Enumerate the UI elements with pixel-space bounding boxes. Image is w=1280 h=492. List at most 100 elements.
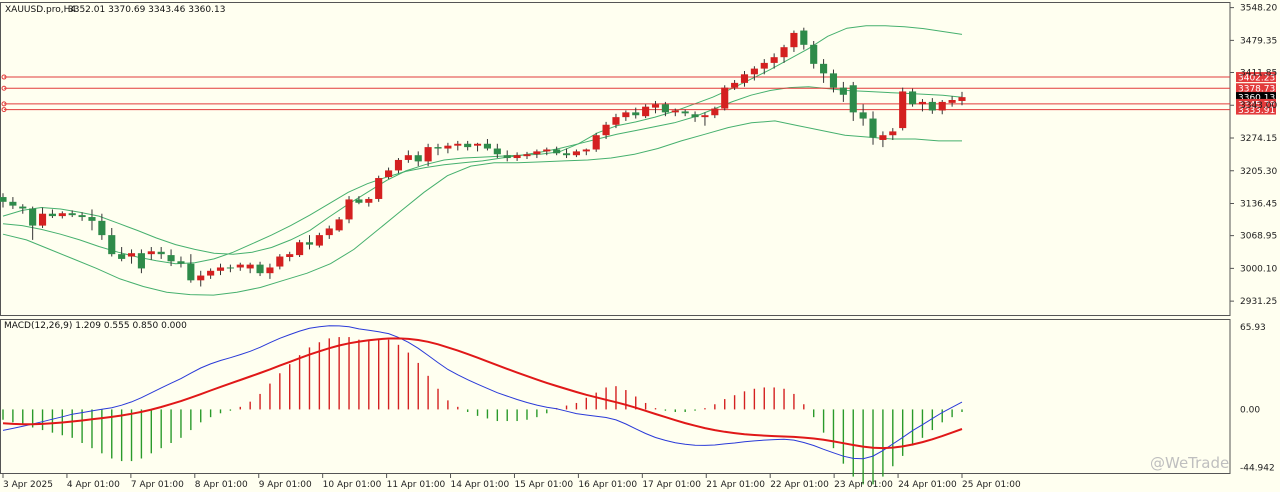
candle-body [642, 106, 650, 117]
candle-body [632, 112, 640, 116]
candle-body [592, 135, 600, 150]
time-tick-label: 24 Apr 01:00 [898, 480, 957, 490]
candle-body [909, 91, 917, 105]
time-tick-label: 23 Apr 01:00 [834, 480, 893, 490]
candle-body [464, 143, 472, 148]
candle-body [276, 256, 284, 267]
macd-header: MACD(12,26,9) 1.209 0.555 0.850 0.000 [4, 321, 187, 331]
candle-body [790, 32, 798, 48]
time-tick-label: 25 Apr 01:00 [962, 480, 1021, 490]
candle-body [671, 110, 679, 113]
candle-body [454, 143, 462, 146]
candle-body [493, 148, 501, 155]
candle-body [236, 264, 244, 268]
candle-body [345, 199, 353, 220]
candle-body [127, 253, 136, 257]
candle-body [513, 155, 521, 159]
candle-body [226, 267, 234, 269]
candle-body [691, 114, 699, 118]
candle-body [533, 151, 541, 155]
macd-tick-label: -44.942 [1240, 463, 1275, 473]
candle-body [394, 159, 403, 171]
candle-body [582, 149, 590, 152]
candle-body [385, 170, 393, 178]
time-tick-label: 15 Apr 01:00 [514, 480, 573, 490]
candle-body [721, 87, 729, 109]
candle-body [335, 219, 343, 231]
candle-body [147, 251, 155, 255]
candle-body [375, 178, 383, 199]
price-tick-label: 3274.15 [1240, 134, 1277, 144]
candle-body [483, 143, 492, 149]
candle-body [434, 147, 442, 149]
candle-body [622, 112, 630, 118]
candle-body [889, 131, 897, 136]
candle-body [187, 263, 195, 281]
candle-body [98, 220, 106, 236]
candle-body [108, 235, 116, 255]
time-tick-label: 21 Apr 01:00 [706, 480, 765, 490]
candle-body [256, 264, 264, 274]
candle-body [859, 112, 867, 119]
candle-body [404, 155, 412, 160]
candle-body [572, 151, 580, 156]
candle-body [810, 44, 818, 64]
price-tick-label: 3411.85 [1240, 68, 1277, 78]
candle-body [0, 197, 7, 202]
candle-body [899, 91, 907, 129]
candle-body [829, 73, 838, 88]
candle-body [157, 251, 165, 255]
chart-ohlc-readout: 3352.01 3370.69 3343.46 3360.13 [68, 5, 225, 15]
candle-body [266, 267, 274, 274]
candle-body [770, 57, 778, 63]
candle-body [701, 115, 709, 118]
macd-tick-label: 0.00 [1240, 405, 1260, 415]
candle-body [711, 108, 719, 116]
candle-body [29, 208, 37, 226]
macd-tick-label: 65.93 [1240, 323, 1266, 333]
time-tick-label: 16 Apr 01:00 [578, 480, 637, 490]
candle-body [246, 264, 254, 269]
candle-body [553, 149, 561, 154]
candle-body [177, 261, 185, 264]
candle-body [918, 101, 927, 105]
candle-body [820, 63, 828, 74]
price-tick-label: 3000.10 [1240, 264, 1277, 274]
candle-body [938, 101, 946, 111]
candle-body [355, 199, 363, 203]
price-tick-label: 3479.35 [1240, 36, 1277, 46]
candle-body [9, 201, 17, 206]
candle-body [661, 104, 669, 113]
candle-body [118, 254, 126, 259]
candle-body [503, 155, 511, 159]
wetrade-watermark: @WeTrade [1150, 454, 1229, 472]
candle-body [731, 82, 739, 88]
price-tick-label: 3136.45 [1240, 200, 1277, 210]
candle-body [602, 124, 610, 136]
candle-body [286, 254, 294, 258]
candle-body [207, 270, 215, 276]
candle-body [612, 117, 620, 125]
candle-body [296, 242, 304, 256]
candle-body [58, 213, 66, 217]
candle-body [928, 101, 936, 111]
time-tick-label: 9 Apr 01:00 [259, 480, 312, 490]
candle-body [523, 154, 531, 157]
chart-background [0, 0, 1280, 492]
price-chart[interactable]: 3402.233378.733360.133345.783333.91 3548… [0, 0, 1280, 492]
price-tick-label: 3068.95 [1240, 232, 1277, 242]
candle-body [958, 97, 966, 101]
price-tick-label: 2931.25 [1240, 297, 1277, 307]
candle-body [48, 213, 56, 217]
price-tick-label: 3343.00 [1240, 101, 1277, 111]
time-tick-label: 22 Apr 01:00 [770, 480, 829, 490]
candle-body [414, 155, 422, 162]
candle-body [325, 228, 333, 236]
candle-body [839, 87, 847, 95]
candle-body [68, 213, 76, 216]
chart-symbol-title: XAUUSD.pro,H4 [5, 5, 76, 15]
candle-body [315, 235, 323, 246]
candle-body [780, 47, 788, 58]
candle-body [800, 30, 808, 45]
time-tick-label: 14 Apr 01:00 [451, 480, 510, 490]
